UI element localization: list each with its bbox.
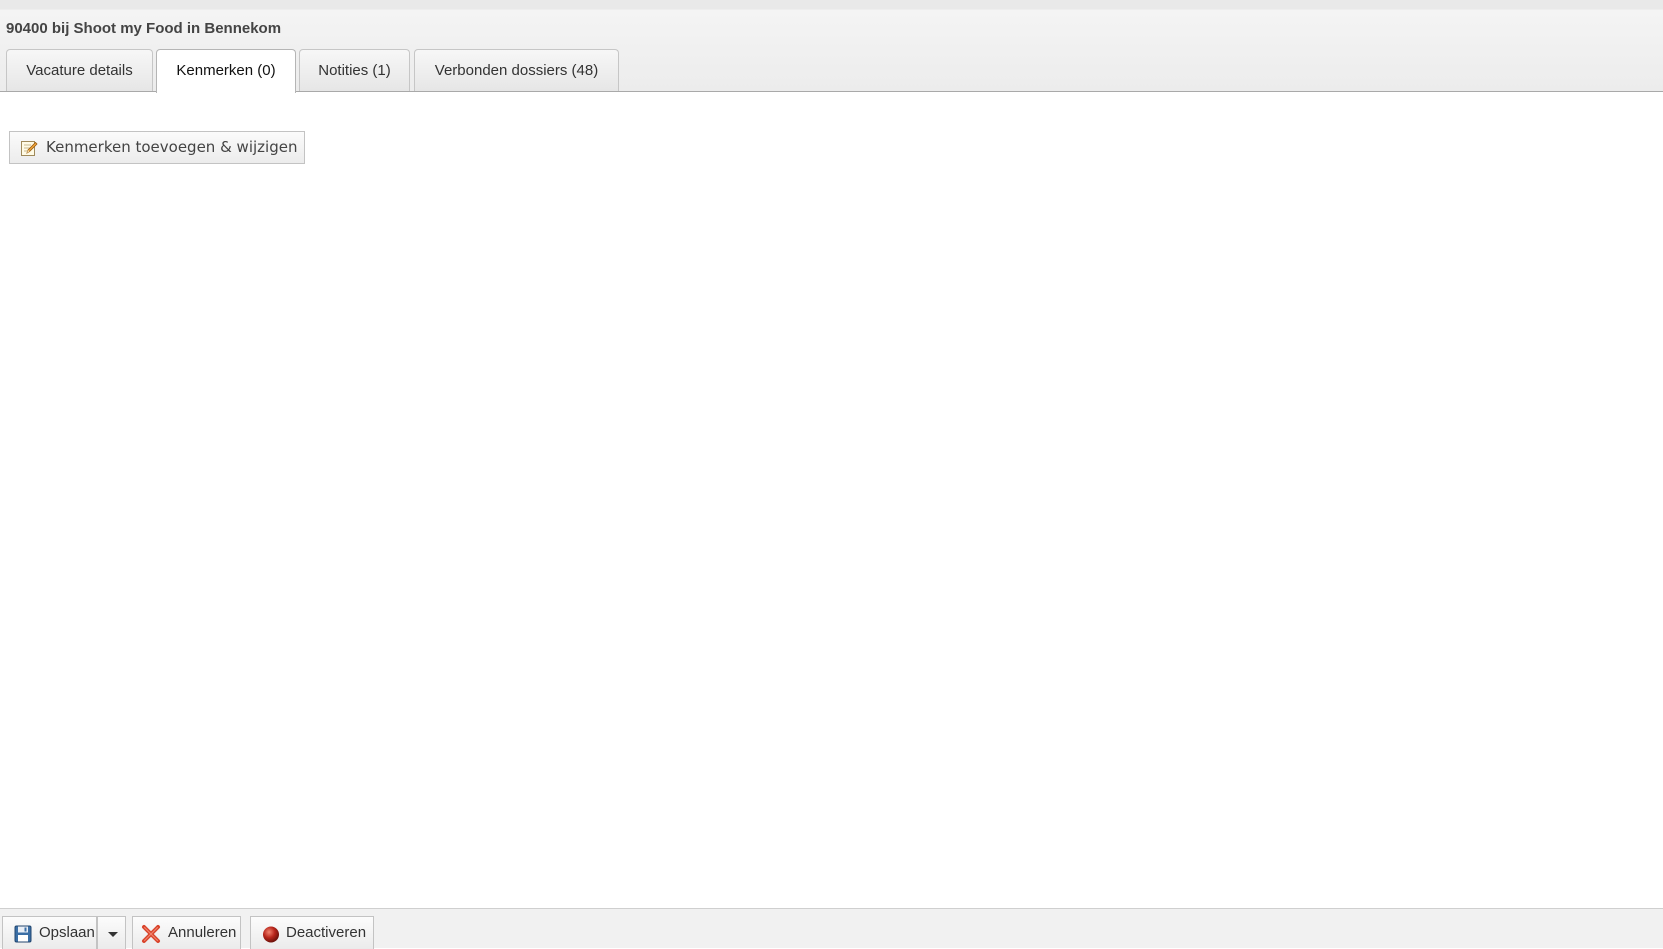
save-options-dropdown[interactable]	[97, 916, 126, 949]
cancel-button[interactable]: Annuleren	[132, 916, 241, 949]
save-button[interactable]: Opslaan	[2, 916, 97, 949]
tab-kenmerken[interactable]: Kenmerken (0)	[156, 49, 296, 93]
tab-notities[interactable]: Notities (1)	[299, 49, 410, 91]
deactivate-label: Deactiveren	[286, 924, 367, 941]
page-title: 90400 bij Shoot my Food in Bennekom	[6, 20, 282, 37]
page-header: 90400 bij Shoot my Food in Bennekom Vaca…	[0, 0, 1663, 93]
tab-verbonden-dossiers[interactable]: Verbonden dossiers (48)	[414, 49, 619, 91]
save-label: Opslaan	[39, 924, 95, 941]
tab-vacature-details[interactable]: Vacature details	[6, 49, 153, 91]
tab-content-kenmerken: Kenmerken toevoegen & wijzigen	[0, 92, 1663, 908]
chevron-down-icon	[108, 932, 118, 937]
action-toolbar: Opslaan Annuleren Deactiveren	[0, 908, 1663, 949]
kenmerken-edit-label: Kenmerken toevoegen & wijzigen	[46, 138, 298, 156]
red-ball-icon	[263, 926, 279, 943]
pencil-edit-icon	[21, 141, 38, 156]
kenmerken-edit-button[interactable]: Kenmerken toevoegen & wijzigen	[9, 131, 305, 164]
floppy-disk-icon	[14, 925, 32, 943]
red-x-icon	[142, 925, 160, 943]
deactivate-button[interactable]: Deactiveren	[250, 916, 374, 949]
cancel-label: Annuleren	[168, 924, 237, 941]
